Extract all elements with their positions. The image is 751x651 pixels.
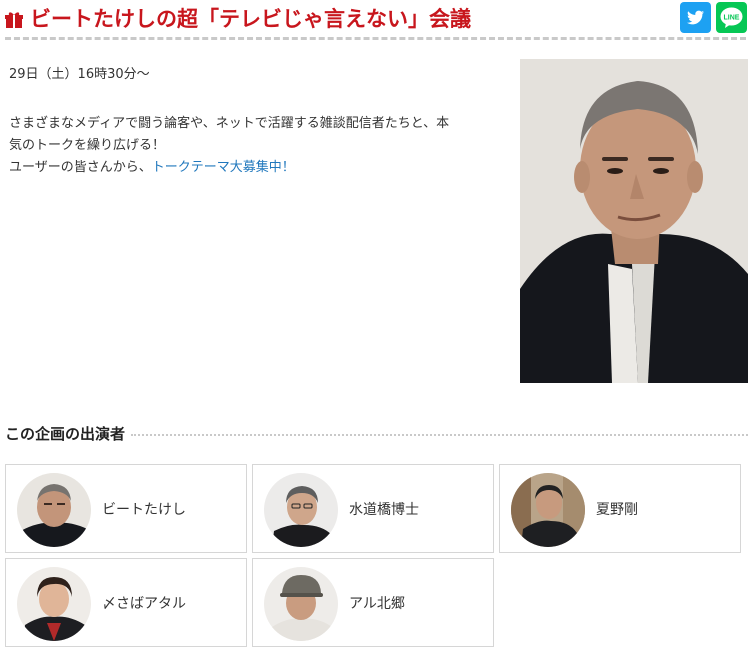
page-title: ビートたけしの超「テレビじゃ言えない」会議 bbox=[30, 7, 471, 31]
avatar bbox=[264, 567, 338, 641]
desc-line: ユーザーの皆さんから、トークテーマ大募集中！ bbox=[9, 160, 295, 175]
avatar bbox=[264, 473, 338, 547]
header-divider bbox=[5, 37, 746, 40]
event-datetime: 29日（土）16時30分～ bbox=[9, 67, 150, 82]
cast-name: 〆さばアタル bbox=[102, 596, 186, 612]
cast-heading: この企画の出演者 bbox=[5, 424, 126, 443]
cast-name: 水道橋博士 bbox=[349, 502, 419, 518]
page-header: ビートたけしの超「テレビじゃ言えない」会議 LINE bbox=[0, 0, 751, 40]
portrait-image bbox=[520, 59, 748, 383]
cast-section-header: この企画の出演者 bbox=[5, 420, 748, 446]
cast-card[interactable]: 夏野剛 bbox=[499, 464, 741, 553]
twitter-icon bbox=[687, 10, 704, 25]
avatar bbox=[17, 473, 91, 547]
talk-theme-link[interactable]: トークテーマ大募集中！ bbox=[152, 160, 295, 175]
twitter-share-button[interactable] bbox=[680, 2, 711, 33]
cast-card[interactable]: ビートたけし bbox=[5, 464, 247, 553]
desc-line: 気のトークを繰り広げる！ bbox=[9, 138, 166, 153]
gift-icon bbox=[5, 12, 23, 28]
cast-name: アル北郷 bbox=[349, 596, 405, 612]
cast-divider bbox=[131, 433, 748, 436]
cast-card[interactable]: 〆さばアタル bbox=[5, 558, 247, 647]
hero-photo bbox=[520, 59, 748, 383]
line-share-button[interactable]: LINE bbox=[716, 2, 747, 33]
avatar bbox=[17, 567, 91, 641]
cast-name: ビートたけし bbox=[102, 502, 186, 518]
line-icon: LINE bbox=[720, 7, 743, 28]
cast-card[interactable]: アル北郷 bbox=[252, 558, 494, 647]
cast-name: 夏野剛 bbox=[596, 502, 638, 518]
desc-line: さまざまなメディアで闘う論客や、ネットで活躍する雑談配信者たちと、本 bbox=[9, 116, 450, 131]
line-label: LINE bbox=[724, 14, 740, 21]
avatar bbox=[511, 473, 585, 547]
cast-card[interactable]: 水道橋博士 bbox=[252, 464, 494, 553]
event-description: さまざまなメディアで闘う論客や、ネットで活躍する雑談配信者たちと、本 気のトーク… bbox=[9, 113, 504, 179]
